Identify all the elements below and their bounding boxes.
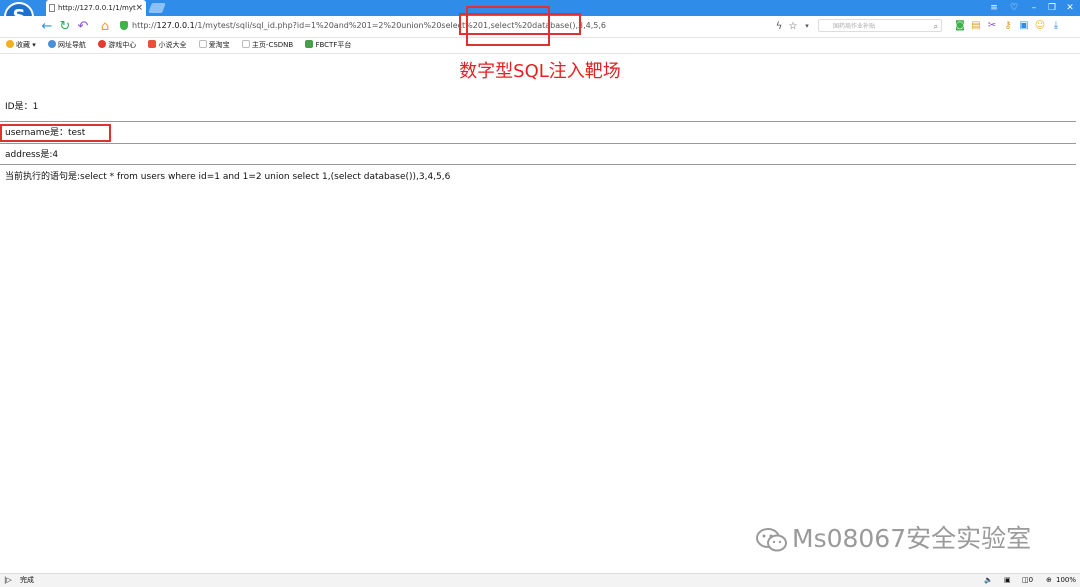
bookmark-taobao[interactable]: 爱淘宝 <box>198 38 230 52</box>
page-icon <box>49 4 55 12</box>
id-text: ID是：1 <box>5 102 39 112</box>
download-icon[interactable]: ⤓ <box>1048 19 1064 33</box>
screen-icon[interactable]: ▣ <box>1016 19 1032 33</box>
book-icon <box>148 40 157 48</box>
divider <box>0 164 1076 165</box>
bookmark-favorites[interactable]: 收藏 ▾ <box>6 38 36 52</box>
url-highlight-box-inner <box>466 6 550 46</box>
image-icon <box>305 40 314 48</box>
watermark-text: Ms08067安全实验室 <box>792 524 1032 553</box>
divider <box>0 143 1076 144</box>
bookmark-label: 收藏 <box>16 41 30 49</box>
bookmark-fbctf[interactable]: FBCTF平台 <box>305 38 351 52</box>
tab-title: http://127.0.0.1/1/myt <box>58 4 136 12</box>
bookmark-label: 主页-CSDNB <box>251 41 294 49</box>
bookmark-label: 爱淘宝 <box>208 41 230 49</box>
notes-extension-icon[interactable]: ▤ <box>968 19 984 33</box>
undo-icon[interactable]: ↶ <box>76 16 90 37</box>
status-text: 完成 <box>20 576 34 584</box>
browser-tab[interactable]: http://127.0.0.1/1/myt × <box>46 0 146 16</box>
zoom-level[interactable]: 100% <box>1056 574 1076 586</box>
toolbar-extensions: ◙ ▤ ✂ ⚷ ▣ ☺ ⤓ <box>952 19 1064 33</box>
search-placeholder: 国药局作业补贴 <box>833 23 876 30</box>
tab-close-icon[interactable]: × <box>135 0 143 16</box>
executed-query-text: 当前执行的语句是:select * from users where id=1 … <box>5 172 451 182</box>
screenshot-icon[interactable]: ▣ <box>1004 574 1011 586</box>
wechat-icon <box>756 528 787 552</box>
status-bar: |▷ 完成 🔈 ▣ ◫0 ⊕ 100% <box>0 573 1080 587</box>
page-icon <box>198 40 207 48</box>
page-icon <box>241 40 250 48</box>
bookmark-label: 小说大全 <box>158 41 187 49</box>
watermark: Ms08067安全实验室 <box>756 524 1031 554</box>
search-icon[interactable]: ⌕ <box>934 20 938 33</box>
secure-shield-icon <box>120 21 128 30</box>
shield-extension-icon[interactable]: ◙ <box>952 19 968 33</box>
skin-icon[interactable]: ♡ <box>1006 0 1022 16</box>
network-icon[interactable]: ◫0 <box>1022 574 1033 586</box>
refresh-icon[interactable]: ↻ <box>58 16 72 37</box>
globe-icon <box>47 40 56 48</box>
menu-icon[interactable]: ≡ <box>986 0 1002 16</box>
bookmark-label: FBCTF平台 <box>315 41 352 49</box>
address-text: address是:4 <box>5 150 59 160</box>
key-icon[interactable]: ⚷ <box>1000 19 1016 33</box>
star-icon <box>6 40 14 48</box>
url-host: 127.0.0.1 <box>156 21 195 30</box>
username-highlight-box <box>0 124 111 142</box>
bookmark-csdn[interactable]: 主页-CSDNB <box>241 38 294 52</box>
scissors-icon[interactable]: ✂ <box>984 19 1000 33</box>
game-icon <box>98 40 107 48</box>
speaker-icon[interactable]: 🔈 <box>984 574 993 586</box>
back-arrow-icon[interactable]: ← <box>40 16 54 37</box>
favorite-star-icon[interactable]: ☆ <box>786 16 800 37</box>
home-icon[interactable]: ⌂ <box>98 16 112 37</box>
bookmark-label: 网址导航 <box>57 41 86 49</box>
close-window-icon[interactable]: ✕ <box>1062 0 1078 16</box>
restore-icon[interactable]: ❐ <box>1044 0 1060 16</box>
smiley-icon[interactable]: ☺ <box>1032 19 1048 33</box>
page-title: 数字型SQL注入靶场 <box>459 61 621 82</box>
address-bar[interactable]: http://127.0.0.1/1/mytest/sqli/sql_id.ph… <box>120 17 710 34</box>
bookmark-games[interactable]: 游戏中心 <box>98 38 136 52</box>
sidebar-toggle-icon[interactable]: |▷ <box>4 574 12 586</box>
bookmark-label: 游戏中心 <box>108 41 137 49</box>
dropdown-chevron-icon[interactable]: ▾ <box>800 16 814 37</box>
divider <box>0 121 1076 122</box>
zoom-icon[interactable]: ⊕ <box>1046 574 1052 586</box>
bookmark-nav[interactable]: 网址导航 <box>47 38 86 52</box>
lightning-icon[interactable]: ϟ <box>772 16 786 37</box>
url-prefix: http:// <box>132 21 157 30</box>
search-box[interactable]: 国药局作业补贴 ⌕ <box>818 19 942 32</box>
minimize-icon[interactable]: – <box>1026 0 1042 16</box>
bookmark-novels[interactable]: 小说大全 <box>148 38 186 52</box>
